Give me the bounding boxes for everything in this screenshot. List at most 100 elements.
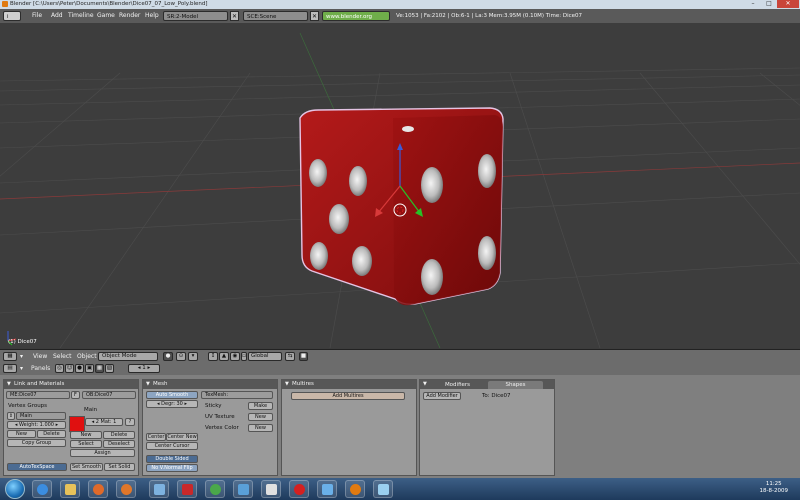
menu-game[interactable]: Game [97,9,115,23]
uv-texture-new-button[interactable]: New [248,413,273,421]
media-player-taskbar-icon[interactable] [88,480,108,498]
vgroup-new-button[interactable]: New [7,430,36,438]
screen-delete-icon[interactable]: ✕ [230,11,239,21]
panel-header[interactable]: ▼ Multires [282,380,416,389]
center-button[interactable]: Center [146,433,166,441]
app-taskbar-icon-8[interactable] [373,480,393,498]
auto-smooth-toggle[interactable]: Auto Smooth [146,391,198,399]
panel-header[interactable]: ▼ Mesh [143,380,277,389]
app-taskbar-icon-7[interactable] [317,480,337,498]
material-name-label: Main [84,407,98,413]
panel-header[interactable]: ▼ Link and Materials [4,380,138,389]
collapse-triangle-icon[interactable]: ▼ [7,380,11,389]
degr-field[interactable]: ◂ Degr: 30 ▸ [146,400,198,408]
weight-field[interactable]: ◂ Weight: 1.000 ▸ [7,421,66,429]
screen-selector[interactable]: SR:2-Model [163,11,228,21]
menu-timeline[interactable]: Timeline [68,9,94,23]
vgroup-name-field[interactable]: Main [16,412,66,420]
vgroup-delete-button[interactable]: Delete [37,430,66,438]
material-help-button[interactable]: ? [125,418,135,426]
scene-delete-icon[interactable]: ✕ [310,11,319,21]
explorer-taskbar-icon[interactable] [60,480,80,498]
material-color-swatch[interactable] [69,416,85,432]
shading-context-icon[interactable]: ● [75,364,84,373]
copy-group-button[interactable]: Copy Group [7,439,66,447]
app-taskbar-icon-2[interactable] [177,480,197,498]
app-taskbar-icon-3[interactable] [205,480,225,498]
menu-help[interactable]: Help [145,9,159,23]
start-button[interactable] [5,479,25,499]
material-select-button[interactable]: Select [70,440,102,448]
material-deselect-button[interactable]: Deselect [103,440,135,448]
3d-viewport[interactable]: (1) Dice07 [0,23,800,348]
draw-type-icon[interactable]: ● [163,352,173,361]
tab-modifiers[interactable]: Modifiers [430,381,485,389]
close-window-button[interactable]: ✕ [777,0,799,8]
collapse-triangle-icon[interactable]: ▼ [285,380,289,389]
firefox-taskbar-icon[interactable] [116,480,136,498]
info-header: i File Add Timeline Game Render Help SR:… [0,9,800,30]
blender-taskbar-icon[interactable] [345,480,365,498]
sticky-make-button[interactable]: Make [248,402,273,410]
scene-context-icon[interactable]: ▧ [105,364,114,373]
collapse-triangle-icon[interactable]: ▼ [423,380,427,389]
scene-selector[interactable]: SCE:Scene [243,11,308,21]
translate-icon[interactable]: ▲ [219,352,229,361]
add-multires-button[interactable]: Add Multires [291,392,405,400]
ie-taskbar-icon[interactable] [32,480,52,498]
material-index-field[interactable]: ◂ 2 Mat: 1 [85,418,123,426]
scale-icon[interactable]: ▫ [241,352,247,361]
menu-render[interactable]: Render [119,9,140,23]
material-new-button[interactable]: New [70,431,102,439]
menu-view[interactable]: View [33,352,47,361]
object-context-icon[interactable]: ▣ [85,364,94,373]
app-taskbar-icon-5[interactable] [261,480,281,498]
set-smooth-button[interactable]: Set Smooth [70,463,103,471]
rotate-icon[interactable]: ◉ [230,352,240,361]
uv-texture-label: UV Texture [205,414,235,420]
blender-url-button[interactable]: www.blender.org 249.2 [322,11,390,30]
app-taskbar-icon-6[interactable] [289,480,309,498]
mesh-datablock-field[interactable]: ME:Dice07 [6,391,70,399]
panels-menu[interactable]: Panels [31,364,50,373]
vgroup-browse-icon[interactable]: ⇕ [7,412,15,420]
pivot-icon[interactable]: ⊙ [176,352,186,361]
set-solid-button[interactable]: Set Solid [104,463,135,471]
editing-context-icon[interactable]: ▦ [95,364,104,373]
tab-shapes[interactable]: Shapes [488,381,543,389]
menu-select[interactable]: Select [53,352,72,361]
buttons-window-type-icon[interactable]: ▤ [3,364,17,373]
texmesh-field[interactable]: TexMesh: [201,391,273,399]
window-type-icon[interactable]: ▦ [3,352,17,361]
menu-object[interactable]: Object [77,352,97,361]
manipulator-toggle-icon[interactable]: ↕ [208,352,218,361]
frame-counter[interactable]: ◂ 1 ▸ [128,364,160,373]
vertex-color-new-button[interactable]: New [248,424,273,432]
menu-add[interactable]: Add [51,9,63,23]
app-taskbar-icon-1[interactable] [149,480,169,498]
script-context-icon[interactable]: ☺ [65,364,74,373]
maximize-button[interactable]: □ [761,0,777,8]
double-sided-toggle[interactable]: Double Sided [146,455,198,463]
orientation-selector[interactable]: Global [248,352,282,361]
no-vnormal-flip-toggle[interactable]: No V.Normal Flip [146,464,198,472]
object-datablock-field[interactable]: OB:Dice07 [82,391,136,399]
add-modifier-button[interactable]: Add Modifier [423,392,461,400]
material-delete-button[interactable]: Delete [103,431,135,439]
center-new-button[interactable]: Center New [166,433,198,441]
info-window-type-icon[interactable]: i [3,11,21,21]
material-assign-button[interactable]: Assign [70,449,135,457]
system-clock[interactable]: 11:25 18-8-2009 [760,481,788,495]
logic-context-icon[interactable]: ◎ [55,364,64,373]
collapse-triangle-icon[interactable]: ▼ [146,380,150,389]
center-cursor-button[interactable]: Center Cursor [146,442,198,450]
render-preview-icon[interactable]: ■ [299,352,308,361]
autotexspace-toggle[interactable]: AutoTexSpace [7,463,67,471]
minimize-button[interactable]: – [745,0,761,8]
menu-file[interactable]: File [32,9,42,23]
mode-selector[interactable]: Object Mode [98,352,158,361]
layer-lock-icon[interactable]: ⇆ [285,352,295,361]
app-taskbar-icon-4[interactable] [233,480,253,498]
fake-user-button[interactable]: F [71,391,80,399]
pivot-menu-icon[interactable]: ▾ [188,352,198,361]
